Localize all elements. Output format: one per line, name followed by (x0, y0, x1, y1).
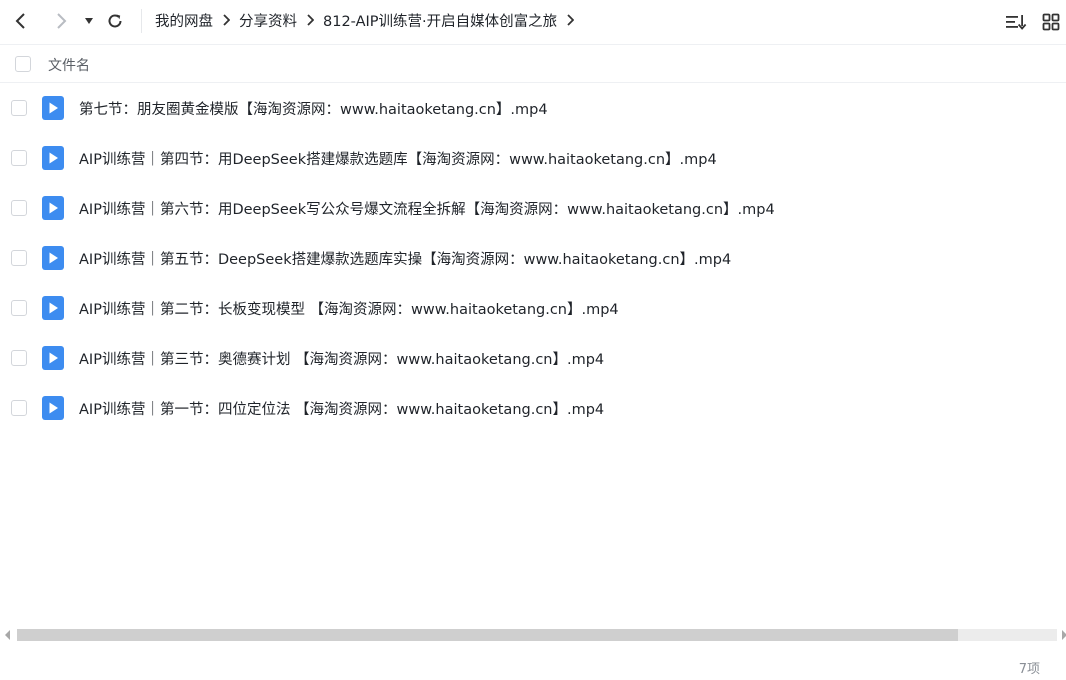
video-file-icon (42, 96, 64, 120)
toolbar: 我的网盘 分享资料 812-AIP训练营·开启自媒体创富之旅 (0, 0, 1066, 44)
breadcrumb-item-current-folder[interactable]: 812-AIP训练营·开启自媒体创富之旅 (323, 10, 557, 31)
caret-right-icon (1062, 630, 1066, 640)
video-file-icon (42, 246, 64, 270)
file-row[interactable]: 第七节：朋友圈黄金模版【海淘资源网：www.haitaoketang.cn】.m… (0, 83, 1066, 133)
status-footer: 7项 (0, 647, 1066, 680)
video-file-icon (42, 196, 64, 220)
horizontal-scrollbar[interactable] (0, 627, 1066, 643)
chevron-right-icon[interactable] (557, 10, 583, 30)
grid-view-button[interactable] (1039, 10, 1063, 34)
file-list: 第七节：朋友圈黄金模版【海淘资源网：www.haitaoketang.cn】.m… (0, 83, 1066, 433)
file-checkbox[interactable] (11, 250, 27, 266)
file-row[interactable]: AIP训练营｜第五节：DeepSeek搭建爆款选题库实操【海淘资源网：www.h… (0, 233, 1066, 283)
scroll-left-arrow[interactable] (2, 629, 14, 641)
chevron-right-icon (213, 10, 239, 30)
file-name[interactable]: AIP训练营｜第三节：奥德赛计划 【海淘资源网：www.haitaoketang… (79, 348, 604, 369)
video-file-icon (42, 146, 64, 170)
item-count: 7项 (1018, 662, 1040, 677)
scrollbar-track[interactable] (17, 629, 1057, 641)
file-row[interactable]: AIP训练营｜第六节：用DeepSeek写公众号爆文流程全拆解【海淘资源网：ww… (0, 183, 1066, 233)
list-header: 文件名 (0, 44, 1066, 83)
scroll-right-arrow[interactable] (1058, 629, 1066, 641)
file-manager-window: 我的网盘 分享资料 812-AIP训练营·开启自媒体创富之旅 文件名 第七节：朋… (0, 0, 1066, 680)
history-dropdown-button[interactable] (76, 8, 102, 34)
scrollbar-thumb[interactable] (17, 629, 959, 641)
back-button[interactable] (8, 8, 34, 34)
file-name[interactable]: AIP训练营｜第二节：长板变现模型 【海淘资源网：www.haitaoketan… (79, 298, 619, 319)
caret-left-icon (5, 630, 10, 640)
video-file-icon (42, 296, 64, 320)
refresh-icon (108, 14, 122, 28)
file-name[interactable]: AIP训练营｜第六节：用DeepSeek写公众号爆文流程全拆解【海淘资源网：ww… (79, 198, 775, 219)
file-checkbox[interactable] (11, 300, 27, 316)
file-checkbox[interactable] (11, 350, 27, 366)
file-name[interactable]: AIP训练营｜第四节：用DeepSeek搭建爆款选题库【海淘资源网：www.ha… (79, 148, 717, 169)
file-row[interactable]: AIP训练营｜第二节：长板变现模型 【海淘资源网：www.haitaoketan… (0, 283, 1066, 333)
breadcrumb-item-my-drive[interactable]: 我的网盘 (155, 10, 213, 31)
chevron-right-icon (57, 13, 67, 29)
sort-button[interactable] (1004, 10, 1028, 34)
video-file-icon (42, 346, 64, 370)
file-row[interactable]: AIP训练营｜第三节：奥德赛计划 【海淘资源网：www.haitaoketang… (0, 333, 1066, 383)
select-all-checkbox[interactable] (15, 56, 31, 72)
refresh-button[interactable] (102, 8, 128, 34)
grid-view-icon (1042, 13, 1060, 31)
column-header-filename[interactable]: 文件名 (48, 55, 90, 75)
video-file-icon (42, 396, 64, 420)
breadcrumb-item-shared[interactable]: 分享资料 (239, 10, 297, 31)
file-checkbox[interactable] (11, 200, 27, 216)
file-row[interactable]: AIP训练营｜第四节：用DeepSeek搭建爆款选题库【海淘资源网：www.ha… (0, 133, 1066, 183)
sort-icon (1006, 15, 1027, 30)
file-checkbox[interactable] (11, 100, 27, 116)
file-checkbox[interactable] (11, 150, 27, 166)
file-name[interactable]: AIP训练营｜第一节：四位定位法 【海淘资源网：www.haitaoketang… (79, 398, 604, 419)
file-name[interactable]: AIP训练营｜第五节：DeepSeek搭建爆款选题库实操【海淘资源网：www.h… (79, 248, 731, 269)
chevron-left-icon (15, 13, 25, 29)
file-name[interactable]: 第七节：朋友圈黄金模版【海淘资源网：www.haitaoketang.cn】.m… (79, 98, 548, 119)
forward-button[interactable] (48, 8, 74, 34)
file-checkbox[interactable] (11, 400, 27, 416)
breadcrumb: 我的网盘 分享资料 812-AIP训练营·开启自媒体创富之旅 (155, 0, 583, 40)
chevron-right-icon (297, 10, 323, 30)
file-row[interactable]: AIP训练营｜第一节：四位定位法 【海淘资源网：www.haitaoketang… (0, 383, 1066, 433)
caret-down-icon (85, 18, 93, 24)
toolbar-divider (141, 9, 142, 33)
